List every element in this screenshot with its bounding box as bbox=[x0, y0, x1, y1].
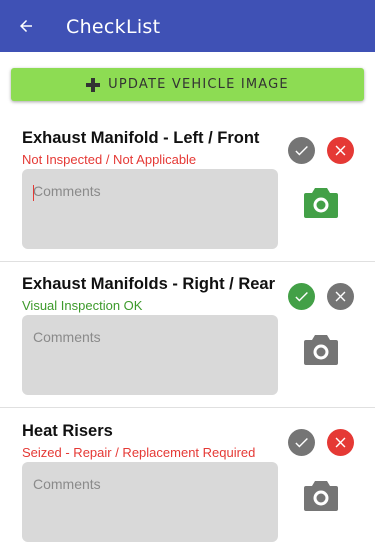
item-status: Seized - Repair / Replacement Required bbox=[22, 445, 256, 460]
comments-input[interactable] bbox=[22, 315, 278, 395]
app-bar: CheckList bbox=[0, 0, 375, 52]
item-status: Visual Inspection OK bbox=[22, 298, 143, 313]
not-applicable-button[interactable] bbox=[327, 137, 354, 164]
check-button[interactable] bbox=[288, 137, 315, 164]
check-icon bbox=[295, 437, 308, 448]
check-icon bbox=[295, 145, 308, 156]
divider bbox=[0, 407, 375, 408]
comments-input[interactable] bbox=[22, 462, 278, 542]
item-status: Not Inspected / Not Applicable bbox=[22, 152, 197, 167]
page-title: CheckList bbox=[66, 16, 161, 38]
plus-icon bbox=[86, 77, 101, 92]
update-vehicle-image-button[interactable]: UPDATE VEHICLE IMAGE bbox=[11, 68, 364, 101]
not-applicable-button[interactable] bbox=[327, 429, 354, 456]
comments-field[interactable] bbox=[22, 462, 278, 542]
update-vehicle-image-label: UPDATE VEHICLE IMAGE bbox=[108, 77, 289, 92]
item-title: Heat Risers bbox=[22, 422, 113, 440]
item-title: Exhaust Manifold - Left / Front bbox=[22, 129, 260, 147]
comments-field[interactable] bbox=[22, 169, 278, 249]
item-title: Exhaust Manifolds - Right / Rear bbox=[22, 275, 276, 293]
camera-icon[interactable] bbox=[304, 335, 338, 365]
back-button[interactable] bbox=[0, 0, 52, 52]
close-icon bbox=[335, 291, 346, 302]
arrow-back-icon bbox=[20, 20, 32, 32]
not-applicable-button[interactable] bbox=[327, 283, 354, 310]
check-button[interactable] bbox=[288, 283, 315, 310]
camera-icon[interactable] bbox=[304, 188, 338, 218]
comments-field[interactable] bbox=[22, 315, 278, 395]
check-button[interactable] bbox=[288, 429, 315, 456]
camera-icon[interactable] bbox=[304, 481, 338, 511]
divider bbox=[0, 261, 375, 262]
check-icon bbox=[295, 291, 308, 302]
close-icon bbox=[335, 145, 346, 156]
comments-input[interactable] bbox=[22, 169, 278, 249]
close-icon bbox=[335, 437, 346, 448]
text-cursor bbox=[33, 185, 34, 201]
